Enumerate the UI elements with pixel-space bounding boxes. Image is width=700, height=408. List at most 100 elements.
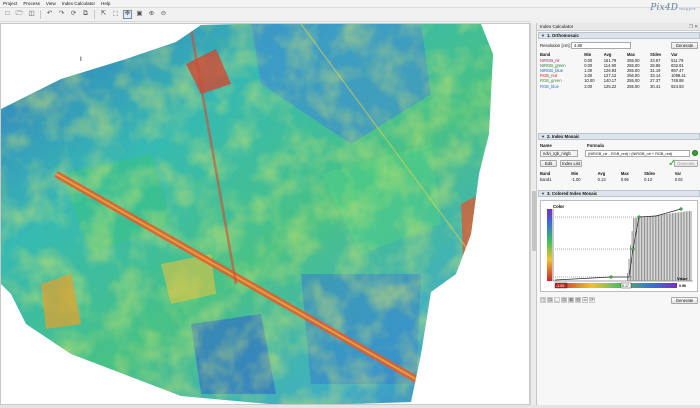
logo-subtext: mapper	[679, 6, 696, 11]
orthomosaic-band-table: Band Min Avg Max Stdev Var NIRGB_nir 0.00…	[539, 52, 697, 89]
histogram-bar	[628, 259, 630, 281]
color-curve[interactable]	[554, 208, 682, 281]
menu-index-calculator[interactable]: Index Calculator	[62, 1, 95, 6]
redo-icon[interactable]: ↷	[57, 10, 66, 19]
cell-stdev: 0.13	[644, 176, 653, 182]
histogram-bar	[654, 215, 656, 281]
resolution-input[interactable]: 4.86	[571, 42, 631, 49]
histogram-bar	[642, 217, 644, 281]
histogram-bar	[653, 215, 655, 281]
histogram-bar	[671, 213, 673, 281]
open-colormap-icon[interactable]: ◫	[540, 297, 546, 303]
save-icon[interactable]: ◫	[27, 10, 36, 19]
export-icon[interactable]: ⇱	[99, 10, 108, 19]
menu-bar: Project Process View Index Calculator He…	[0, 0, 700, 8]
index-map-view[interactable]: I	[0, 23, 530, 405]
new-icon[interactable]: □	[3, 10, 12, 19]
menu-process[interactable]: Process	[23, 1, 40, 6]
menu-project[interactable]: Project	[3, 1, 17, 6]
panel-title: Index Calculator	[540, 24, 574, 29]
name-label: Name	[540, 143, 552, 148]
select-icon[interactable]: ⬚	[111, 10, 120, 19]
histogram-bar	[662, 214, 664, 281]
zoom-in-icon[interactable]: ⊕	[147, 10, 156, 19]
index-list-button[interactable]: Index List	[560, 160, 582, 167]
histogram-bar	[670, 213, 672, 281]
menu-view[interactable]: View	[46, 1, 56, 6]
histogram-bar	[665, 214, 667, 281]
cell-max: 0.96	[620, 176, 629, 182]
save-colormap-icon[interactable]: ▤	[547, 297, 553, 303]
section-colored-index-mosaic[interactable]: ▼ 3. Colored Index Mosaic	[538, 190, 700, 197]
orthomosaic-generate-button[interactable]: Generate	[671, 42, 698, 49]
classes-mode-icon[interactable]: ▦	[568, 297, 574, 303]
histogram-bar	[685, 211, 687, 281]
curve-control-point[interactable]	[679, 207, 683, 211]
open-icon[interactable]: 🗁	[15, 10, 24, 19]
zoom-extent-icon[interactable]: ▣	[135, 10, 144, 19]
histogram-bar	[682, 211, 684, 281]
histogram-bar	[689, 211, 690, 281]
curve-control-point[interactable]	[637, 215, 641, 219]
pan-icon[interactable]: ✥	[123, 10, 132, 19]
equal-mode-icon[interactable]: ▤	[561, 297, 567, 303]
curve-control-point[interactable]	[631, 247, 635, 251]
zoom-out-icon[interactable]: ⊖	[159, 10, 168, 19]
cell-max: 255.00	[626, 83, 640, 89]
menu-help[interactable]: Help	[101, 1, 110, 6]
ndvi-orthomosaic: I	[1, 24, 529, 404]
section-orthomosaic[interactable]: ▼ 1. Orthomosaic	[538, 32, 700, 39]
histogram-bar	[668, 213, 670, 281]
section-colored-index-title: 3. Colored Index Mosaic	[546, 191, 598, 196]
toolbar-separator	[40, 10, 41, 19]
refresh-icon[interactable]: ⟳	[589, 297, 595, 303]
histogram-bar	[659, 214, 661, 281]
formula-label: Formula	[587, 143, 604, 148]
color-map-editor[interactable]: Color -1.00 0.17 0.96 Value	[540, 200, 698, 292]
index-band-table: Band Min Avg Max Stdev Var band1 -1.00 0…	[539, 171, 697, 182]
value-max-label: 0.96	[679, 284, 686, 288]
cell-band: band1	[540, 176, 552, 182]
cell-stdev: 30.41	[650, 83, 661, 89]
color-axis-label: Color	[553, 204, 565, 209]
histogram-bar	[690, 211, 692, 281]
gradient-mode-icon[interactable]: ▧	[575, 297, 581, 303]
cell-var: 924.93	[671, 83, 684, 89]
section-orthomosaic-title: 1. Orthomosaic	[546, 33, 579, 38]
histogram-bars	[627, 211, 692, 281]
histogram-bar	[673, 213, 675, 281]
value-axis-label: Value	[677, 276, 688, 281]
histogram-colormap-chart: Color -1.00 0.17 0.96 Value	[547, 204, 693, 289]
linear-mode-icon[interactable]: ∟	[554, 297, 560, 303]
histogram-bar	[634, 218, 636, 281]
histogram-bar	[645, 216, 647, 281]
curve-control-point[interactable]	[609, 275, 613, 279]
colored-index-generate-button[interactable]: Generate	[671, 297, 698, 304]
histogram-bar	[658, 215, 659, 281]
edit-button[interactable]: Edit	[540, 160, 557, 167]
panel-window-controls[interactable]: ❐ ✕	[689, 24, 698, 30]
undo-icon[interactable]: ↶	[45, 10, 54, 19]
copy-icon[interactable]: ⧉	[81, 10, 90, 19]
resolution-label: Resolution [cm]:	[540, 43, 571, 48]
rotate-icon[interactable]: ⟳	[69, 10, 78, 19]
section-index-mosaic[interactable]: ▼ 2. Index Mosaic	[538, 133, 700, 140]
cell-var: 0.02	[674, 176, 683, 182]
cell-avg: 125.22	[603, 83, 617, 89]
histogram-bar	[656, 215, 658, 281]
apply-formula-icon[interactable]	[692, 150, 698, 156]
histogram-bar	[676, 212, 678, 281]
color-scale-bar	[547, 209, 552, 281]
toolbar: □ 🗁 ◫ ↶ ↷ ⟳ ⧉ ⇱ ⬚ ✥ ▣ ⊕ ⊖	[0, 8, 530, 22]
formula-input[interactable]: (NIRGB_nir - RGB_red) / (NIRGB_nir + RGB…	[585, 150, 690, 157]
legend-icon[interactable]: ☰	[582, 297, 588, 303]
histogram-bar	[640, 217, 642, 281]
collapse-triangle-icon: ▼	[541, 33, 545, 38]
colormap-toolbar: ◫ ▤ ∟ ▤ ▦ ▧ ☰ ⟳	[540, 297, 595, 303]
index-generate-button[interactable]: Generate	[674, 160, 698, 167]
pix4d-logo: Pix4Dmapper	[650, 3, 696, 13]
histogram-bar	[648, 216, 650, 281]
index-name-select[interactable]: ndvi_rgb_nirgb	[540, 150, 578, 157]
histogram-bar	[651, 215, 653, 281]
histogram-bar	[639, 217, 641, 281]
